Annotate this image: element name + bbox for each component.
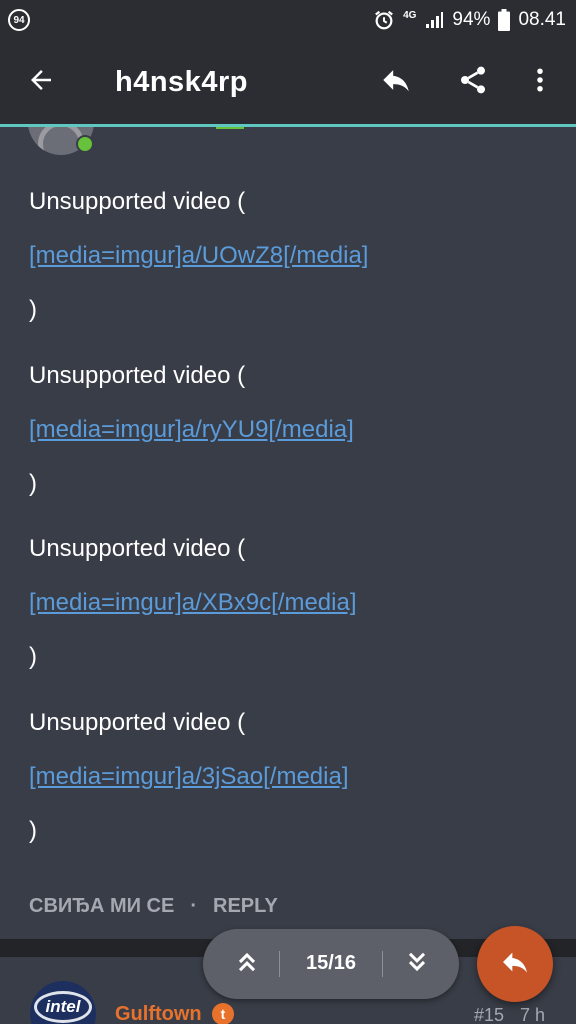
online-status-indicator bbox=[76, 135, 94, 153]
app-toolbar: h4nsk4rp bbox=[0, 40, 576, 127]
clock: 08.41 bbox=[518, 9, 566, 30]
page-indicator[interactable]: 15/16 bbox=[283, 952, 379, 975]
media-link[interactable]: [media=imgur]a/ryYU9[/media] bbox=[29, 416, 354, 444]
status-indicators: 4G 94% 08.41 bbox=[373, 9, 566, 31]
post-time: 7 h bbox=[520, 1005, 546, 1024]
status-bar: 94 4G 94% 08.41 bbox=[0, 0, 576, 40]
battery-icon bbox=[498, 9, 511, 31]
first-page-button[interactable] bbox=[223, 940, 271, 988]
author-badge: t bbox=[212, 1003, 234, 1024]
post-number[interactable]: #15 bbox=[474, 1005, 504, 1024]
action-separator: · bbox=[190, 895, 198, 917]
share-icon bbox=[457, 64, 489, 101]
closing-paren: ) bbox=[29, 296, 37, 323]
author-avatar[interactable]: intel bbox=[30, 981, 96, 1024]
author-badge-fragment bbox=[216, 127, 244, 129]
battery-percent: 94% bbox=[452, 9, 491, 30]
alarm-icon bbox=[373, 9, 395, 31]
post-actions: СВИЂА МИ СЕ · REPLY bbox=[29, 895, 278, 918]
author-name[interactable]: Gulftown bbox=[115, 1003, 202, 1024]
arrow-left-icon bbox=[26, 65, 56, 100]
more-options-button[interactable] bbox=[516, 58, 564, 106]
last-page-button[interactable] bbox=[393, 940, 441, 988]
reply-fab[interactable] bbox=[477, 926, 553, 1002]
thread-title: h4nsk4rp bbox=[115, 66, 248, 98]
back-button[interactable] bbox=[17, 58, 65, 106]
media-link[interactable]: [media=imgur]a/XBx9c[/media] bbox=[29, 589, 356, 617]
reply-link[interactable]: REPLY bbox=[213, 895, 278, 918]
closing-paren: ) bbox=[29, 643, 37, 670]
closing-paren: ) bbox=[29, 817, 37, 844]
reply-icon bbox=[379, 63, 413, 102]
double-chevron-up-icon bbox=[233, 948, 261, 981]
double-chevron-down-icon bbox=[403, 948, 431, 981]
unsupported-video-text: Unsupported video ( bbox=[29, 709, 246, 736]
network-type: 4G bbox=[403, 9, 417, 21]
signal-icon bbox=[424, 10, 444, 30]
unsupported-video-text: Unsupported video ( bbox=[29, 535, 246, 562]
intel-logo: intel bbox=[34, 991, 92, 1023]
reply-button[interactable] bbox=[372, 58, 420, 106]
pager-separator bbox=[279, 951, 280, 977]
notification-count-badge: 94 bbox=[8, 9, 30, 31]
media-link[interactable]: [media=imgur]a/3jSao[/media] bbox=[29, 763, 349, 791]
unsupported-video-text: Unsupported video ( bbox=[29, 188, 246, 215]
like-button[interactable]: СВИЂА МИ СЕ bbox=[29, 895, 174, 918]
unsupported-video-text: Unsupported video ( bbox=[29, 362, 246, 389]
pager-separator bbox=[382, 951, 383, 977]
post-content: Unsupported video ( [media=imgur]a/UOwZ8… bbox=[0, 127, 576, 939]
reply-icon bbox=[499, 946, 531, 983]
closing-paren: ) bbox=[29, 470, 37, 497]
page-navigator: 15/16 bbox=[203, 929, 459, 999]
more-vertical-icon bbox=[525, 65, 555, 100]
share-button[interactable] bbox=[449, 58, 497, 106]
media-link[interactable]: [media=imgur]a/UOwZ8[/media] bbox=[29, 242, 368, 270]
